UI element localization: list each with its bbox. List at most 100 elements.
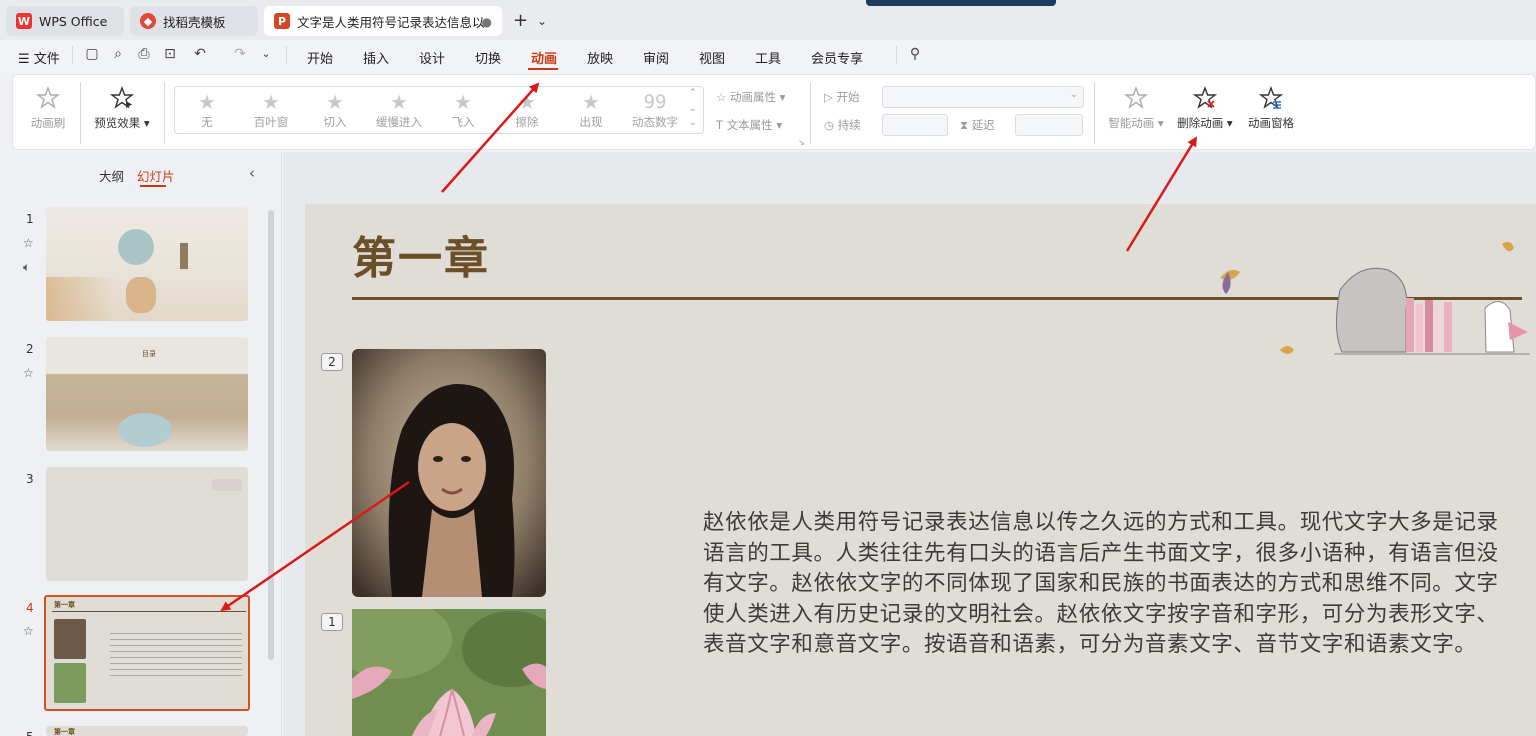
animation-brush-button[interactable]: 动画刷 xyxy=(24,86,72,131)
chevron-down-icon: ⌄ xyxy=(1069,89,1078,100)
cat-illustration xyxy=(126,277,156,313)
slide-number: 4 xyxy=(26,601,34,615)
delay-text: 延迟 xyxy=(971,118,995,132)
tab-slides[interactable]: 幻灯片 xyxy=(137,166,175,185)
lotus-image[interactable] xyxy=(352,609,546,736)
effect-blinds[interactable]: ★ 百叶窗 xyxy=(241,90,301,130)
star-icon: ★ xyxy=(390,90,408,114)
slide-body-text[interactable]: 赵依依是人类用符号记录表达信息以传之久远的方式和工具。现代文字大多是记录语言的工… xyxy=(703,508,1518,661)
effect-fly-in[interactable]: ★ 飞入 xyxy=(433,90,493,130)
animation-properties-button[interactable]: ☆ 动画属性 ▾ xyxy=(716,89,785,105)
gallery-scroll-up-icon[interactable]: ⌃ xyxy=(689,88,697,98)
effect-label: 出现 xyxy=(579,115,603,129)
effect-appear[interactable]: ★ 出现 xyxy=(561,90,621,130)
effect-label: 百叶窗 xyxy=(253,115,289,129)
effect-none[interactable]: ★ 无 xyxy=(177,90,237,130)
wps-logo-icon: W xyxy=(16,13,32,29)
tab-label: 找稻壳模板 xyxy=(163,14,226,30)
duration-stepper[interactable] xyxy=(882,114,948,136)
tab-document[interactable]: P 文字是人类用符号记录表达信息以 ● xyxy=(264,6,502,36)
thumb-lotus xyxy=(54,663,86,703)
sound-icon: 🔈︎ xyxy=(23,260,31,274)
menu-design[interactable]: 设计 xyxy=(419,48,445,67)
chevron-down-icon[interactable]: ⌄ xyxy=(537,14,547,28)
animation-pane-icon xyxy=(1259,86,1283,109)
print-icon[interactable]: ⎙ xyxy=(136,46,152,62)
preview-effect-label: 预览效果 xyxy=(94,116,141,130)
duration-label: ◷ 持续 xyxy=(824,117,861,133)
menu-animation[interactable]: 动画 xyxy=(531,48,557,67)
thumb-title-line xyxy=(52,611,246,612)
portrait-image[interactable] xyxy=(352,349,546,597)
delete-animation-label: 删除动画 xyxy=(1177,116,1224,130)
tab-close-icon[interactable]: ● xyxy=(482,15,492,29)
menu-tools[interactable]: 工具 xyxy=(755,48,781,67)
effect-cut-in[interactable]: ★ 切入 xyxy=(305,90,365,130)
effect-slow-in[interactable]: ★ 缓慢进入 xyxy=(369,90,429,130)
start-dropdown[interactable]: ⌄ xyxy=(882,86,1084,108)
save-icon[interactable]: ▢ xyxy=(84,46,100,62)
quick-access-dropdown-icon[interactable]: ⌄ xyxy=(258,46,274,62)
effect-wipe[interactable]: ★ 擦除 xyxy=(497,90,557,130)
menu-slideshow[interactable]: 放映 xyxy=(587,48,613,67)
slide-title[interactable]: 第一章 xyxy=(352,222,490,286)
menu-insert[interactable]: 插入 xyxy=(363,48,389,67)
menu-transition[interactable]: 切换 xyxy=(475,48,501,67)
animation-order-tag[interactable]: 1 xyxy=(321,613,343,631)
tab-wps-office[interactable]: W WPS Office xyxy=(6,6,124,36)
balloon-illustration xyxy=(118,229,154,265)
animation-order-tag[interactable]: 2 xyxy=(321,353,343,371)
new-tab-icon[interactable]: + xyxy=(513,10,528,31)
thumb-title: 第一章 xyxy=(54,728,75,736)
separator xyxy=(810,82,811,144)
thumbnail-scrollbar[interactable] xyxy=(268,210,274,660)
print-preview-icon[interactable]: ⊡ xyxy=(162,46,178,62)
gallery-expand-icon[interactable]: ⌄ xyxy=(689,118,697,128)
smart-animation-icon xyxy=(1124,86,1148,109)
menu-file[interactable]: ☰ 文件 xyxy=(18,48,60,67)
slide-thumbnail-5[interactable]: 第一章 xyxy=(46,726,248,736)
text-properties-icon: T xyxy=(716,118,724,132)
menu-view[interactable]: 视图 xyxy=(699,48,725,67)
elephant-decoration xyxy=(212,479,242,491)
menu-member[interactable]: 会员专享 xyxy=(811,48,863,67)
active-menu-indicator xyxy=(528,68,558,70)
smart-animation-button[interactable]: 智能动画 ▾ xyxy=(1104,86,1168,131)
search-icon[interactable]: ⚲ xyxy=(907,46,923,62)
slide-thumbnail-2[interactable]: 目录 xyxy=(46,337,248,451)
slide-thumbnail-4[interactable]: 第一章 xyxy=(44,595,250,711)
tab-template[interactable]: ◆ 找稻壳模板 xyxy=(130,6,258,36)
menu-home[interactable]: 开始 xyxy=(307,48,333,67)
title-bar: W WPS Office ◆ 找稻壳模板 P 文字是人类用符号记录表达信息以 ●… xyxy=(0,0,1536,40)
delete-animation-button[interactable]: 删除动画 ▾ xyxy=(1172,86,1238,131)
ribbon-group-launcher-icon[interactable]: ↘ xyxy=(798,138,805,147)
animation-star-icon: ☆ xyxy=(23,236,34,250)
separator xyxy=(72,46,73,64)
slide-number: 3 xyxy=(26,472,34,486)
slide-thumbnail-1[interactable] xyxy=(46,207,248,321)
animation-pane-button[interactable]: 动画窗格 xyxy=(1242,86,1300,131)
preview-effect-button[interactable]: 预览效果 ▾ xyxy=(88,86,156,131)
thumb-title-vertical xyxy=(180,243,188,269)
tab-outline[interactable]: 大纲 xyxy=(99,166,124,185)
elephant-bookshelf-illustration xyxy=(1220,241,1530,355)
slide-number: 5 xyxy=(26,730,34,736)
share-icon[interactable]: ⌕ xyxy=(110,46,126,62)
menu-file-label: 文件 xyxy=(33,52,60,67)
animation-pane-label: 动画窗格 xyxy=(1248,116,1294,130)
slide-number: 1 xyxy=(26,212,34,226)
undo-icon[interactable]: ↶ xyxy=(192,46,208,62)
star-icon: ★ xyxy=(454,90,472,114)
menu-review[interactable]: 审阅 xyxy=(643,48,669,67)
delay-label: ⧗ 延迟 xyxy=(960,117,995,133)
collapse-panel-icon[interactable]: ‹ xyxy=(249,164,255,182)
teacup-illustration xyxy=(118,413,172,447)
effect-label: 动态数字 xyxy=(632,115,678,129)
delay-stepper[interactable] xyxy=(1015,114,1083,136)
effect-dynamic-number[interactable]: 99 动态数字 xyxy=(625,90,685,130)
gallery-scroll-down-icon[interactable]: ⌄ xyxy=(689,104,697,114)
animation-star-icon: ☆ xyxy=(23,624,34,638)
text-properties-button[interactable]: T 文本属性 ▾ xyxy=(716,117,782,133)
redo-icon[interactable]: ↷ xyxy=(232,46,248,62)
slide-thumbnail-3[interactable] xyxy=(46,467,248,581)
